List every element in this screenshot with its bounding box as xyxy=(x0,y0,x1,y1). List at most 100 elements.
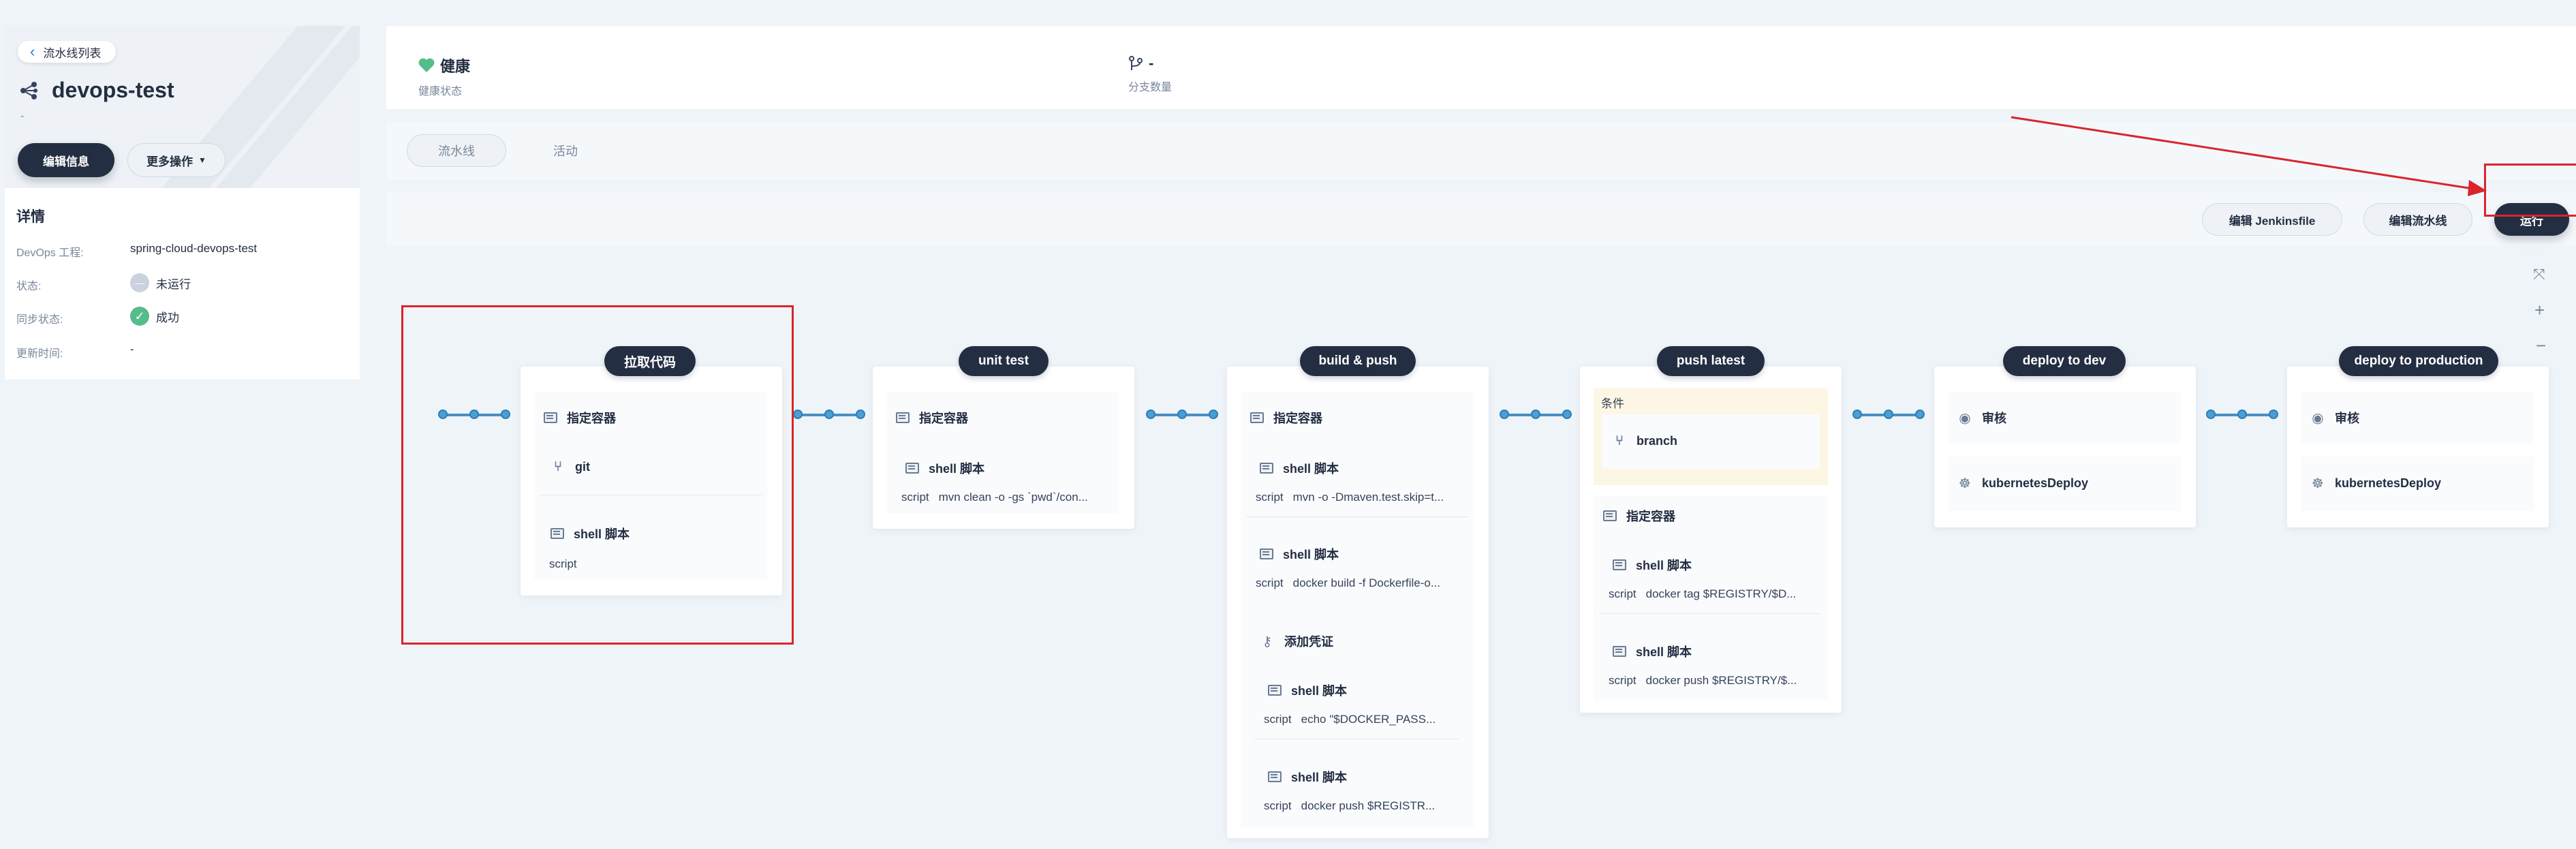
script-text: mvn -o -Dmaven.test.skip=t... xyxy=(1292,491,1444,504)
step-script: script echo "$DOCKER_PASS... xyxy=(1264,713,1458,726)
zoom-in-icon[interactable]: + xyxy=(2534,300,2545,321)
step-kubernetes-deploy[interactable]: ☸ kubernetesDeploy xyxy=(1957,475,2088,492)
script-text: mvn clean -o -gs `pwd`/con... xyxy=(938,491,1088,504)
stage-steps xyxy=(1241,392,1474,828)
edit-info-button[interactable]: 编辑信息 xyxy=(18,143,114,177)
edit-jenkinsfile-button[interactable]: 编辑 Jenkinsfile xyxy=(2202,203,2342,236)
kubernetes-icon: ☸ xyxy=(2312,476,2324,491)
step-shell[interactable]: shell 脚本 xyxy=(1260,545,1339,563)
step-kubernetes-deploy[interactable]: ☸ kubernetesDeploy xyxy=(2310,475,2441,492)
script-label: script xyxy=(1609,674,1636,687)
detail-label-project: DevOps 工程: xyxy=(16,247,84,259)
step-label: kubernetesDeploy xyxy=(1982,476,2089,490)
more-actions-label: 更多操作 xyxy=(146,155,193,168)
annotation-highlight-stage xyxy=(401,305,794,645)
project-description: - xyxy=(20,110,25,122)
success-check-icon: ✓ xyxy=(130,307,149,326)
terminal-icon xyxy=(1260,549,1273,559)
step-container[interactable]: 指定容器 xyxy=(1250,409,1322,427)
detail-label-status: 状态: xyxy=(16,281,42,292)
detail-label-sync: 同步状态: xyxy=(16,314,63,326)
terminal-icon xyxy=(1260,463,1273,474)
step-shell[interactable]: shell 脚本 xyxy=(905,459,984,477)
terminal-icon xyxy=(1268,771,1282,782)
zoom-out-icon[interactable]: − xyxy=(2536,335,2546,356)
step-label: shell 脚本 xyxy=(929,462,985,476)
divider xyxy=(1246,516,1468,517)
terminal-icon xyxy=(1613,559,1626,570)
tab-pipeline[interactable]: 流水线 xyxy=(407,134,506,167)
step-label: shell 脚本 xyxy=(1283,462,1339,476)
step-label: 指定容器 xyxy=(1626,510,1675,523)
step-label: shell 脚本 xyxy=(1636,645,1692,659)
kubernetes-icon: ☸ xyxy=(1959,476,1971,491)
step-credential[interactable]: ⚷ 添加凭证 xyxy=(1260,632,1333,650)
tab-activity[interactable]: 活动 xyxy=(525,134,606,167)
chevron-left-icon: ‹ xyxy=(30,43,35,60)
branch-value: - xyxy=(1149,55,1154,72)
edit-pipeline-button[interactable]: 编辑流水线 xyxy=(2363,203,2472,236)
step-script: script docker push $REGISTRY/$... xyxy=(1609,674,1813,688)
more-actions-dropdown[interactable]: 更多操作 ▼ xyxy=(127,143,226,177)
not-run-status-icon: — xyxy=(130,273,149,292)
updated-value: - xyxy=(130,343,134,356)
fullscreen-icon[interactable]: ⤧ xyxy=(2533,266,2545,283)
step-script: script docker push $REGISTR... xyxy=(1264,799,1458,813)
step-label: shell 脚本 xyxy=(1291,771,1348,784)
review-icon: ◉ xyxy=(1959,410,1971,426)
back-label: 流水线列表 xyxy=(43,46,102,60)
step-script: script docker tag $REGISTRY/$D... xyxy=(1609,587,1813,601)
step-label: 审核 xyxy=(2335,412,2359,425)
review-icon: ◉ xyxy=(2312,410,2324,426)
key-icon: ⚷ xyxy=(1262,634,1273,649)
step-review[interactable]: ◉ 审核 xyxy=(1957,409,2006,427)
condition-label: 条件 xyxy=(1601,397,1624,410)
step-shell[interactable]: shell 脚本 xyxy=(1613,556,1692,574)
stage-title-deploy-production[interactable]: deploy to production xyxy=(2339,346,2498,376)
terminal-icon xyxy=(896,412,910,423)
detail-label-updated: 更新时间: xyxy=(16,348,63,360)
detail-value-sync: ✓ 成功 xyxy=(130,307,179,326)
step-branch[interactable]: ⑂ branch xyxy=(1612,433,1677,449)
pipeline-icon xyxy=(20,81,37,99)
project-value: spring-cloud-devops-test xyxy=(130,242,258,255)
script-label: script xyxy=(1264,799,1292,812)
stage-title-build-push[interactable]: build & push xyxy=(1300,346,1416,376)
annotation-arrow xyxy=(2011,116,2487,196)
branch-stat: - 分支数量 xyxy=(1128,55,1172,94)
step-shell[interactable]: shell 脚本 xyxy=(1268,768,1347,786)
step-shell[interactable]: shell 脚本 xyxy=(1260,459,1339,477)
step-label: 指定容器 xyxy=(919,412,968,425)
details-title: 详情 xyxy=(16,209,45,225)
detail-value-updated: - xyxy=(130,343,134,356)
step-shell[interactable]: shell 脚本 xyxy=(1268,681,1347,699)
step-script: script mvn -o -Dmaven.test.skip=t... xyxy=(1256,491,1460,504)
step-shell[interactable]: shell 脚本 xyxy=(1613,643,1692,660)
script-label: script xyxy=(1256,576,1284,589)
stage-title-unit-test[interactable]: unit test xyxy=(959,346,1049,376)
step-label: kubernetesDeploy xyxy=(2335,476,2442,490)
status-overview-card xyxy=(386,26,2576,109)
script-label: script xyxy=(1264,713,1292,726)
step-label: shell 脚本 xyxy=(1291,684,1348,698)
script-label: script xyxy=(1256,491,1284,504)
detail-value-project: spring-cloud-devops-test xyxy=(130,242,257,256)
project-name: devops-test xyxy=(52,78,174,102)
script-text: docker push $REGISTRY/$... xyxy=(1645,674,1797,687)
health-stat: 健康 健康状态 xyxy=(418,55,470,98)
step-script: script docker build -f Dockerfile-o... xyxy=(1256,576,1460,590)
health-value: 健康 xyxy=(440,58,471,75)
health-label: 健康状态 xyxy=(418,86,463,97)
stage-title-deploy-dev[interactable]: deploy to dev xyxy=(2003,346,2126,376)
step-container[interactable]: 指定容器 xyxy=(1603,507,1675,525)
heart-icon xyxy=(418,58,435,72)
terminal-icon xyxy=(1268,685,1282,696)
back-to-pipeline-list-button[interactable]: ‹ 流水线列表 xyxy=(18,41,117,63)
caret-down-icon: ▼ xyxy=(198,155,206,165)
stage-title-push-latest[interactable]: push latest xyxy=(1657,346,1765,376)
branch-icon xyxy=(1129,56,1143,70)
step-container[interactable]: 指定容器 xyxy=(896,409,968,427)
step-label: 审核 xyxy=(1982,412,2006,425)
sync-value: 成功 xyxy=(156,311,179,324)
step-review[interactable]: ◉ 审核 xyxy=(2310,409,2359,427)
